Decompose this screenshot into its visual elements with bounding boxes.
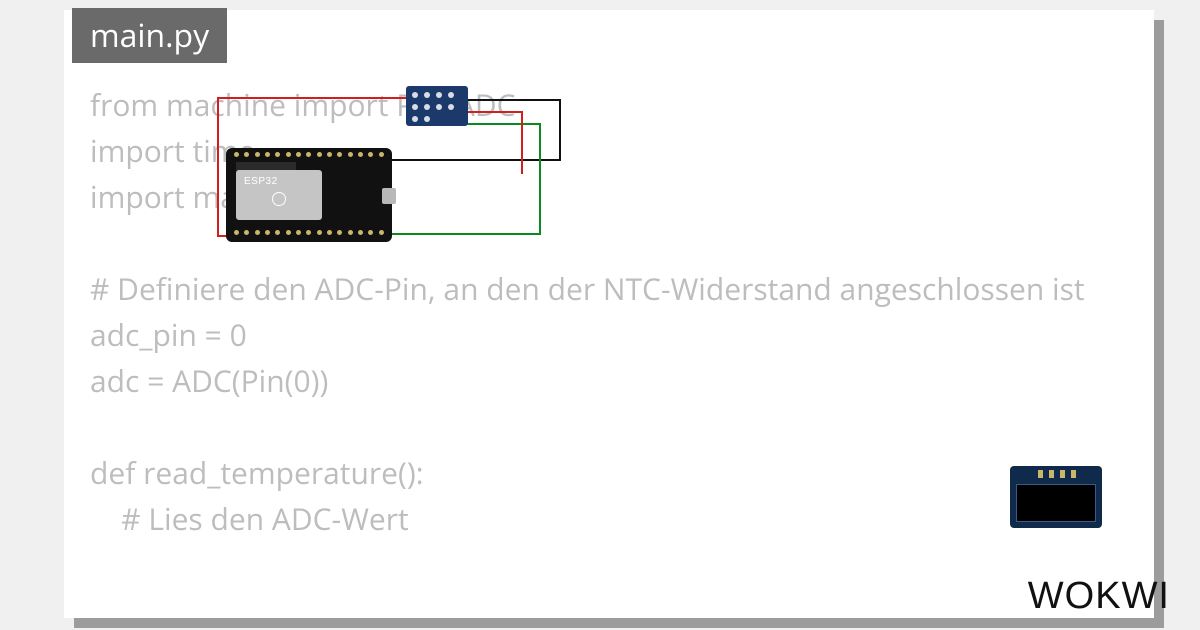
code-line: adc = ADC(Pin(0)) (90, 360, 328, 401)
breakout-pin (436, 104, 442, 110)
breakout-pin (448, 104, 454, 110)
breakout-pin (424, 92, 430, 98)
esp32-shield: ESP32 (236, 170, 322, 220)
code-line: # Definiere den ADC-Pin, an den der NTC-… (90, 268, 1085, 309)
pin-row-top (234, 152, 384, 160)
breakout-pin (424, 104, 430, 110)
pin-row-bottom (234, 230, 384, 238)
breakout-pin (448, 92, 454, 98)
oled-pins (1038, 470, 1076, 478)
espressif-icon (272, 192, 286, 206)
code-line: def read_temperature(): (90, 452, 424, 493)
oled-display[interactable] (1010, 466, 1102, 528)
code-line: # Lies den ADC-Wert (90, 498, 409, 539)
file-tab-label: main.py (90, 14, 209, 57)
wokwi-logo: WOKWI (1028, 575, 1170, 618)
file-tab[interactable]: main.py (72, 8, 227, 63)
oled-screen (1016, 484, 1096, 522)
code-line: adc_pin = 0 (90, 314, 247, 355)
breakout-board[interactable] (406, 86, 468, 126)
breakout-pin (412, 104, 418, 110)
esp32-label: ESP32 (244, 176, 278, 187)
breakout-pin (412, 116, 418, 122)
breakout-pin (436, 92, 442, 98)
esp32-board[interactable]: ESP32 (226, 148, 392, 242)
breakout-pin (424, 116, 430, 122)
usb-port-icon (382, 188, 396, 204)
breakout-pin (412, 92, 418, 98)
